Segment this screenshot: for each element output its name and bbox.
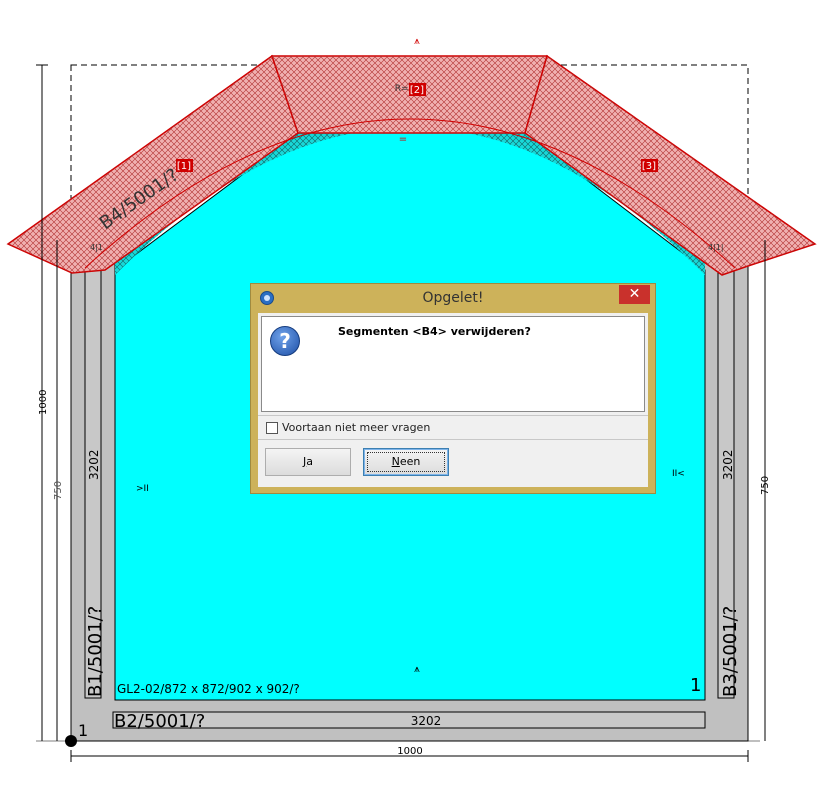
- dont-ask-again-label[interactable]: Voortaan niet meer vragen: [282, 421, 430, 434]
- right-side-marker: II<: [672, 469, 685, 479]
- corner-number-right: 1: [690, 675, 701, 696]
- message-area: ? Segmenten <B4> verwijderen?: [261, 316, 645, 412]
- yes-button-label: a: [306, 455, 313, 468]
- dialog-message: Segmenten <B4> verwijderen?: [338, 325, 531, 338]
- bottom-center-marker: ⩚: [414, 664, 420, 675]
- bottom-dim-label: 1000: [397, 746, 422, 757]
- top-center-marker: =: [399, 134, 407, 145]
- bottom-length-label: 3202: [411, 714, 442, 728]
- origin-point[interactable]: [65, 735, 77, 747]
- glass-label: GL2-02/872 x 872/902 x 902/?: [117, 682, 300, 696]
- segment-1-tag: [1]: [177, 161, 191, 172]
- right-dim-label: 750: [760, 476, 771, 495]
- focus-rect: [367, 452, 445, 472]
- segment-2-tag: [2]: [410, 85, 424, 96]
- left-dim-outer-label: 1000: [38, 390, 49, 415]
- dont-ask-again-checkbox[interactable]: [266, 422, 278, 434]
- no-button[interactable]: Neen: [363, 448, 449, 476]
- close-button[interactable]: ✕: [619, 285, 650, 304]
- confirm-dialog: Opgelet! ✕ ? Segmenten <B4> verwijderen?…: [250, 283, 656, 494]
- beam-b1-label: B1/5001/?: [85, 606, 106, 697]
- right-height-label: 3202: [721, 449, 735, 480]
- divider: [258, 439, 648, 440]
- left-height-label: 3202: [87, 449, 101, 480]
- dialog-title: Opgelet!: [422, 290, 484, 306]
- question-icon: ?: [270, 326, 300, 356]
- left-side-marker: >II: [136, 484, 149, 494]
- right-corner-mark: 4|1|: [708, 243, 724, 252]
- dialog-body: ? Segmenten <B4> verwijderen? Voortaan n…: [258, 313, 648, 487]
- beam-b3-label: B3/5001/?: [720, 606, 741, 697]
- divider: [258, 415, 648, 416]
- dialog-titlebar[interactable]: Opgelet! ✕: [251, 284, 655, 312]
- beam-b2-label: B2/5001/?: [114, 711, 205, 732]
- close-icon: ✕: [628, 286, 641, 302]
- segment-3-tag: [3]: [642, 161, 656, 172]
- corner-number-left: 1: [78, 721, 88, 740]
- top-dim-marker: ⩚: [414, 36, 420, 47]
- left-corner-mark: 4|1: [90, 243, 103, 252]
- yes-button[interactable]: Ja: [265, 448, 351, 476]
- left-dim-inner-label: 750: [53, 481, 64, 500]
